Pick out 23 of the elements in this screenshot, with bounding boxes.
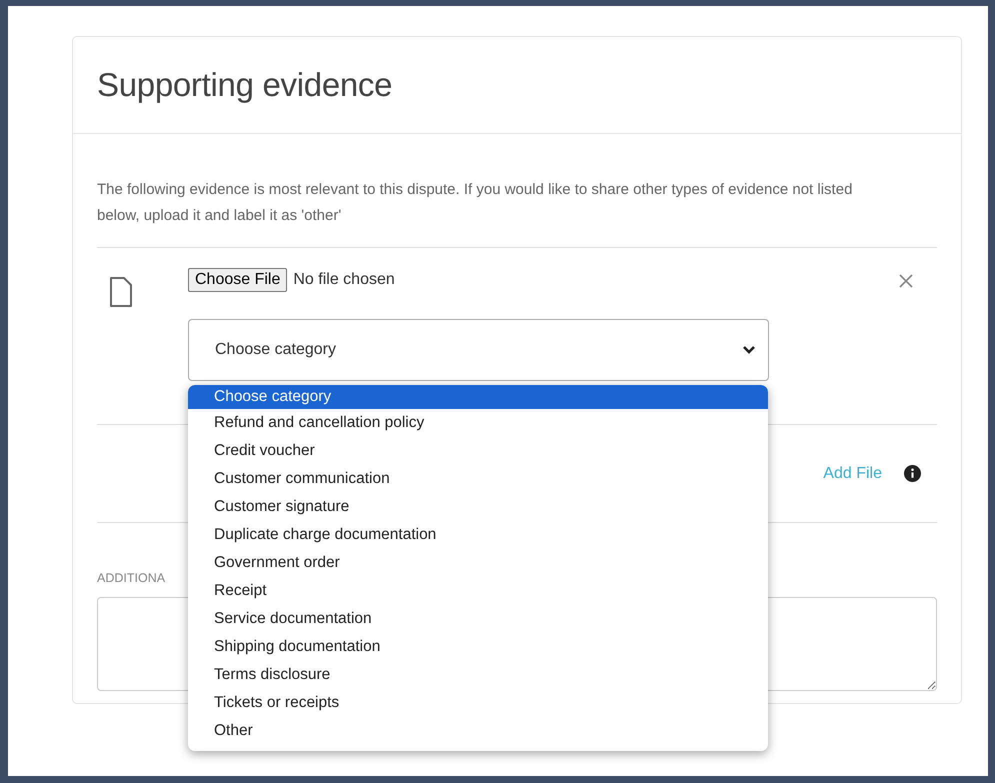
dropdown-option[interactable]: Service documentation	[188, 605, 768, 633]
dropdown-option[interactable]: Duplicate charge documentation	[188, 521, 768, 549]
chevron-icon	[742, 345, 756, 355]
dropdown-option[interactable]: Other	[188, 717, 768, 745]
dropdown-option[interactable]: Receipt	[188, 577, 768, 605]
dropdown-option[interactable]: Customer signature	[188, 493, 768, 521]
file-status-text: No file chosen	[293, 271, 395, 289]
info-icon	[904, 465, 921, 482]
dropdown-option[interactable]: Credit voucher	[188, 437, 768, 465]
description-text: The following evidence is most relevant to this dispute. If you would like to share other types of evidence not listed below, upload it and label it as 'other'	[97, 180, 854, 226]
close-icon[interactable]	[899, 274, 913, 288]
dropdown-option[interactable]: Tickets or receipts	[188, 689, 768, 717]
choose-file-button[interactable]: Choose File	[188, 268, 288, 292]
dropdown-option[interactable]: Choose category	[188, 385, 768, 409]
dropdown-option[interactable]: Terms disclosure	[188, 661, 768, 689]
category-select[interactable]: Choose category	[188, 319, 769, 381]
dropdown-option[interactable]: Refund and cancellation policy	[188, 409, 768, 437]
dropdown-option[interactable]: Shipping documentation	[188, 633, 768, 661]
dropdown-option[interactable]: Customer communication	[188, 465, 768, 493]
section-title: Supporting evidence	[97, 66, 392, 104]
dropdown-option[interactable]: Government order	[188, 549, 768, 577]
file-icon	[109, 276, 133, 308]
field-label: ADDITIONA	[97, 571, 166, 585]
